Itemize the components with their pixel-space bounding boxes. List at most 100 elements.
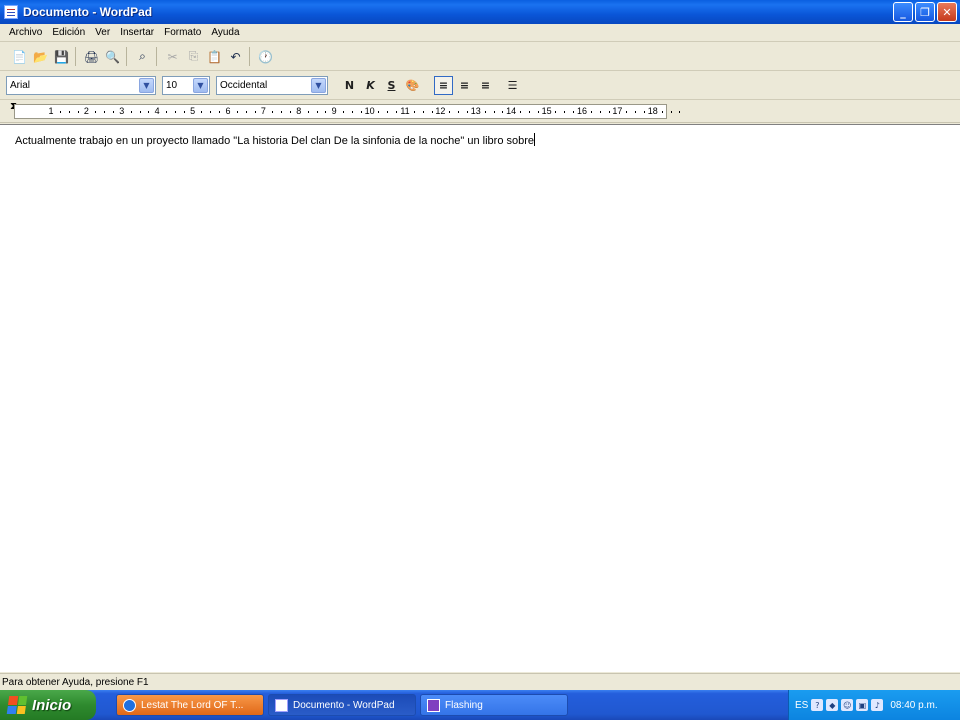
ruler-tick <box>484 111 486 113</box>
task-button-wordpad[interactable]: Documento - WordPad <box>268 694 416 716</box>
ruler-tick <box>307 111 309 113</box>
ruler-tick <box>210 111 212 113</box>
task-button-lestat[interactable]: Lestat The Lord OF T... <box>116 694 264 716</box>
font-size-select[interactable]: 10 ▼ <box>162 76 210 95</box>
chevron-down-icon[interactable]: ▼ <box>139 78 154 93</box>
ruler[interactable]: ⧗ 123456789101112131415161718 <box>0 101 960 123</box>
save-icon[interactable]: 💾 <box>52 47 71 66</box>
ruler-label: 16 <box>576 106 588 116</box>
align-right-button[interactable]: ≡ <box>476 76 495 95</box>
ruler-tick <box>183 111 185 113</box>
ruler-tick <box>360 111 362 113</box>
ruler-tick <box>219 111 221 113</box>
ruler-tick <box>174 111 176 113</box>
align-left-button[interactable]: ≡ <box>434 76 453 95</box>
ruler-label: 8 <box>296 106 302 116</box>
insert-group: 🕐 <box>252 47 279 66</box>
ruler-tick <box>387 111 389 113</box>
ruler-label: 9 <box>331 106 337 116</box>
ruler-tick <box>68 111 70 113</box>
datetime-icon[interactable]: 🕐 <box>256 47 275 66</box>
ruler-tick <box>396 111 398 113</box>
start-button[interactable]: Inicio <box>0 690 96 720</box>
wordpad-icon[interactable] <box>4 5 18 19</box>
taskbar: Inicio Lestat The Lord OF T... Documento… <box>0 690 960 720</box>
script-value: Occidental <box>220 80 268 91</box>
task-label: Flashing <box>445 699 483 711</box>
ruler-tick <box>564 111 566 113</box>
italic-button[interactable]: K <box>361 76 380 95</box>
windows-logo-icon <box>6 696 28 714</box>
close-button[interactable]: ✕ <box>937 2 957 22</box>
ruler-strip[interactable]: 1 2 3 4 5 6 7 8 9 10 11 12 13 14 15 16 17 18 <box>14 104 681 119</box>
document-text-line[interactable]: Actualmente trabajo en un proyecto llama… <box>15 133 536 147</box>
color-palette-icon[interactable]: 🎨 <box>403 76 422 95</box>
menu-insertar[interactable]: Insertar <box>115 24 159 42</box>
maximize-button[interactable]: ❐ <box>915 2 935 22</box>
copy-icon[interactable]: ⎘ <box>184 47 203 66</box>
ruler-label: 7 <box>260 106 266 116</box>
menu-ayuda[interactable]: Ayuda <box>206 24 244 42</box>
help-icon[interactable]: ? <box>811 699 824 711</box>
ruler-tick <box>449 111 451 113</box>
font-name-select[interactable]: Arial ▼ <box>6 76 156 95</box>
ruler-tick <box>351 111 353 113</box>
new-document-icon[interactable]: 📄 <box>10 47 29 66</box>
underline-button[interactable]: S <box>382 76 401 95</box>
ruler-label: 3 <box>119 106 125 116</box>
cut-icon[interactable]: ✂ <box>163 47 182 66</box>
bold-button[interactable]: N <box>340 76 359 95</box>
chevron-down-icon[interactable]: ▼ <box>193 78 208 93</box>
document-area[interactable]: Actualmente trabajo en un proyecto llama… <box>0 124 960 672</box>
menu-bar: Archivo Edición Ver Insertar Formato Ayu… <box>0 24 960 42</box>
ruler-label: 1 <box>48 106 54 116</box>
ruler-tick <box>493 111 495 113</box>
title-bar[interactable]: Documento - WordPad _ ❐ ✕ <box>0 0 960 24</box>
ruler-tick <box>635 111 637 113</box>
ruler-tick <box>343 111 345 113</box>
ruler-label: 4 <box>154 106 160 116</box>
shield-icon[interactable]: ◆ <box>826 699 839 711</box>
open-folder-icon[interactable]: 📂 <box>31 47 50 66</box>
script-select[interactable]: Occidental ▼ <box>216 76 328 95</box>
ruler-tick <box>325 111 327 113</box>
menu-ver[interactable]: Ver <box>90 24 115 42</box>
ruler-tick <box>95 111 97 113</box>
menu-edicion[interactable]: Edición <box>47 24 90 42</box>
menu-archivo[interactable]: Archivo <box>4 24 47 42</box>
font-size-value: 10 <box>166 80 178 91</box>
status-text: Para obtener Ayuda, presione F1 <box>2 677 149 688</box>
align-group: ≡ ≡ ≡ ☰ <box>434 76 522 95</box>
menu-formato[interactable]: Formato <box>159 24 206 42</box>
binoculars-icon[interactable]: ⌕ <box>133 47 152 66</box>
language-indicator[interactable]: ES <box>795 700 808 711</box>
start-label: Inicio <box>32 696 72 714</box>
ruler-tick <box>166 111 168 113</box>
print-preview-icon[interactable]: 🔍 <box>103 47 122 66</box>
ruler-label: 6 <box>225 106 231 116</box>
paste-icon[interactable]: 📋 <box>205 47 224 66</box>
undo-icon[interactable]: ↶ <box>226 47 245 66</box>
minimize-button[interactable]: _ <box>893 2 913 22</box>
align-center-button[interactable]: ≡ <box>455 76 474 95</box>
clock[interactable]: 08:40 p.m. <box>890 700 937 711</box>
print-group: 🖨 🔍 <box>78 47 127 66</box>
network-icon[interactable]: ▣ <box>856 699 869 711</box>
ruler-label: 15 <box>541 106 552 116</box>
ruler-tick <box>502 111 504 113</box>
ruler-tick <box>608 111 610 113</box>
print-icon[interactable]: 🖨 <box>82 47 101 66</box>
ruler-label: 18 <box>647 106 658 116</box>
ruler-label: 14 <box>506 106 517 116</box>
text-caret <box>534 133 536 146</box>
chevron-down-icon[interactable]: ▼ <box>311 78 326 93</box>
task-button-flashing[interactable]: Flashing <box>420 694 568 716</box>
window-title: Documento - WordPad <box>23 5 153 19</box>
volume-icon[interactable]: ♪ <box>871 699 884 711</box>
file-group: 📄 📂 💾 <box>6 47 76 66</box>
find-group: ⌕ <box>129 47 157 66</box>
ruler-tick <box>626 111 628 113</box>
messenger-icon[interactable]: ☺ <box>841 699 854 711</box>
bullets-button[interactable]: ☰ <box>503 76 522 95</box>
ruler-tick <box>520 111 522 113</box>
